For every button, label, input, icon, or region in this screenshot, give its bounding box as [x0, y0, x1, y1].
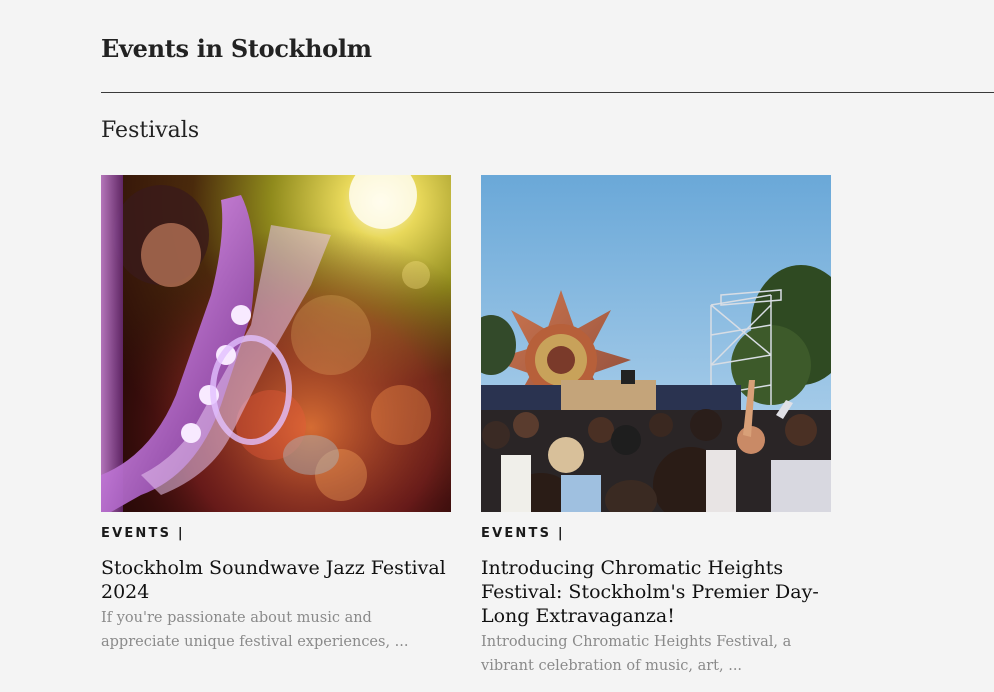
- page-title: Events in Stockholm: [101, 34, 372, 63]
- card-title[interactable]: Introducing Chromatic Heights Festival: …: [481, 556, 831, 628]
- card-title[interactable]: Stockholm Soundwave Jazz Festival 2024: [101, 556, 451, 604]
- card-category[interactable]: EVENTS |: [481, 526, 831, 541]
- card-excerpt: Introducing Chromatic Heights Festival, …: [481, 634, 792, 674]
- festival-crowd-photo[interactable]: [481, 175, 831, 512]
- saxophone-photo[interactable]: [101, 175, 451, 512]
- section-title: Festivals: [101, 118, 200, 143]
- header-divider: [101, 92, 994, 93]
- card-category[interactable]: EVENTS |: [101, 526, 451, 541]
- event-card[interactable]: EVENTS | Introducing Chromatic Heights F…: [481, 175, 831, 678]
- card-excerpt: If you're passionate about music and app…: [101, 610, 409, 650]
- event-card[interactable]: EVENTS | Stockholm Soundwave Jazz Festiv…: [101, 175, 451, 654]
